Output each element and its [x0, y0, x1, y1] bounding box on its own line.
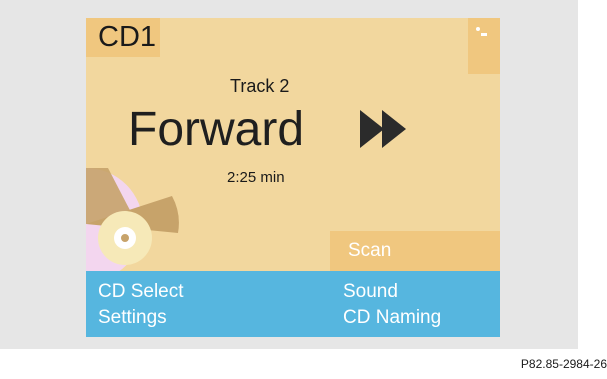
track-time: 2:25 min: [227, 169, 285, 186]
softkey-bar: CD Select Settings Sound CD Naming: [86, 271, 500, 337]
sound-button[interactable]: Sound: [343, 279, 398, 305]
status-icon: [476, 27, 487, 36]
cd-disc-icon: [86, 168, 179, 282]
source-tab[interactable]: CD1: [86, 18, 160, 57]
scan-button[interactable]: Scan: [330, 231, 500, 271]
cd-select-button[interactable]: CD Select: [98, 279, 184, 305]
display-panel: CD1 Track 2 Forward 2:25 min Scan CD Sel…: [0, 0, 578, 349]
track-label: Track 2: [230, 76, 290, 96]
playback-mode: Forward: [128, 103, 305, 156]
cd-naming-button[interactable]: CD Naming: [343, 305, 441, 331]
figure-code: P82.85-2984-26: [520, 357, 607, 371]
status-indicator: [468, 18, 500, 74]
audio-screen: CD1 Track 2 Forward 2:25 min Scan CD Sel…: [86, 18, 500, 337]
page: CD1 Track 2 Forward 2:25 min Scan CD Sel…: [0, 0, 607, 379]
settings-button[interactable]: Settings: [98, 305, 167, 331]
fast-forward-icon: [360, 110, 406, 148]
